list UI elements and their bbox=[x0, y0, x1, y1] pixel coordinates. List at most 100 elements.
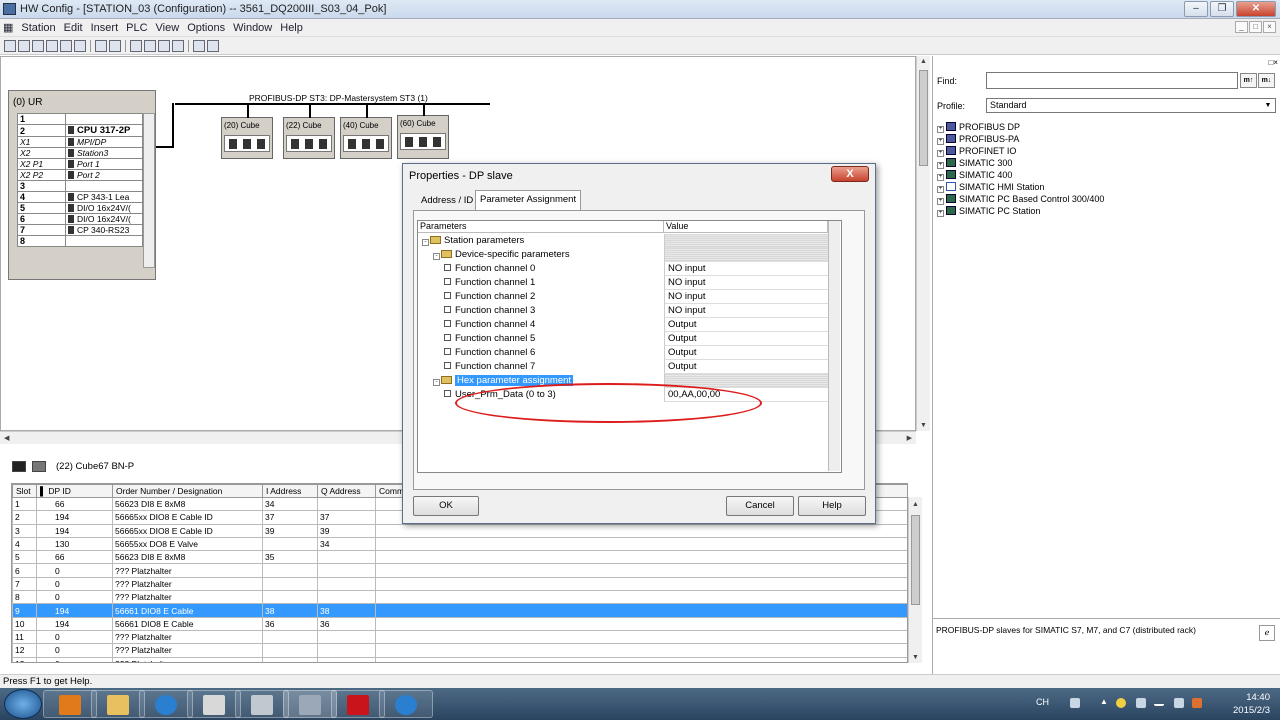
parameter-scrollbar[interactable] bbox=[828, 221, 840, 471]
scroll-down-icon[interactable]: ▼ bbox=[912, 654, 919, 661]
parameter-row[interactable]: - Device-specific parameters bbox=[418, 248, 828, 262]
help-icon[interactable] bbox=[207, 40, 219, 52]
network-config-icon[interactable] bbox=[193, 40, 205, 52]
rack-row[interactable]: X2 Station3 bbox=[17, 147, 143, 159]
taskbar-simatic-manager[interactable] bbox=[187, 690, 241, 718]
back-arrow-icon[interactable] bbox=[12, 461, 26, 472]
menu-insert[interactable]: Insert bbox=[87, 20, 123, 36]
copy-icon[interactable] bbox=[95, 40, 107, 52]
taskbar-hw-config[interactable] bbox=[283, 690, 337, 718]
mdi-minimize-button[interactable]: _ bbox=[1235, 21, 1248, 33]
expand-icon[interactable]: + bbox=[937, 174, 944, 181]
dialog-close-button[interactable]: X bbox=[831, 166, 869, 182]
taskbar-acrobat[interactable] bbox=[331, 690, 385, 718]
rack-row[interactable]: 2 CPU 317-2P bbox=[17, 124, 143, 137]
rack-row[interactable]: 3 bbox=[17, 180, 143, 192]
canvas-vertical-scrollbar[interactable]: ▲ ▼ bbox=[916, 56, 930, 431]
parameters-column-header[interactable]: Parameters bbox=[418, 221, 664, 233]
parameter-row[interactable]: Function channel 0 NO input bbox=[418, 262, 828, 276]
catalog-tree-item[interactable]: + SIMATIC 400 bbox=[937, 170, 1012, 181]
rack-row[interactable]: 1 bbox=[17, 113, 143, 125]
rack-row[interactable]: 4 CP 343-1 Lea bbox=[17, 191, 143, 203]
parameter-row[interactable]: Function channel 5 Output bbox=[418, 332, 828, 346]
download-icon[interactable] bbox=[130, 40, 142, 52]
window-icon[interactable] bbox=[172, 40, 184, 52]
menu-options[interactable]: Options bbox=[183, 20, 229, 36]
scroll-down-icon[interactable]: ▼ bbox=[920, 422, 927, 429]
rack-scrollbar[interactable] bbox=[143, 113, 155, 268]
scroll-up-icon[interactable]: ▲ bbox=[912, 501, 919, 508]
start-button[interactable] bbox=[4, 689, 42, 719]
tab-parameter-assignment[interactable]: Parameter Assignment bbox=[475, 190, 582, 210]
parameter-value[interactable]: NO input bbox=[664, 262, 828, 276]
info-icon[interactable]: ℯ bbox=[1259, 625, 1275, 641]
forward-arrow-icon[interactable] bbox=[32, 461, 46, 472]
profibus-line[interactable] bbox=[175, 103, 490, 105]
rack-row[interactable]: X2 P2 Port 2 bbox=[17, 169, 143, 181]
find-input[interactable] bbox=[986, 72, 1238, 89]
parameter-row[interactable]: Function channel 1 NO input bbox=[418, 276, 828, 290]
menu-window[interactable]: Window bbox=[229, 20, 276, 36]
dp-slave-60[interactable]: (60) Cube bbox=[397, 103, 449, 159]
find-up-icon[interactable]: m↓ bbox=[1258, 73, 1275, 88]
parameter-value[interactable]: Output bbox=[664, 346, 828, 360]
menu-edit[interactable]: Edit bbox=[60, 20, 87, 36]
parameter-value[interactable]: Output bbox=[664, 332, 828, 346]
save-compile-icon[interactable] bbox=[60, 40, 72, 52]
help-button[interactable]: Help bbox=[798, 496, 866, 516]
slot-row[interactable]: 3 194 56665xx DIO8 E Cable ID 39 39 bbox=[12, 523, 907, 538]
security-icon[interactable] bbox=[1116, 698, 1126, 708]
expand-icon[interactable]: + bbox=[937, 210, 944, 217]
catalog-tree-item[interactable]: + SIMATIC HMI Station bbox=[937, 182, 1044, 193]
parameter-value[interactable]: NO input bbox=[664, 290, 828, 304]
parameter-value[interactable]: Output bbox=[664, 318, 828, 332]
catalog-tree-item[interactable]: + SIMATIC PC Station bbox=[937, 206, 1040, 217]
expand-icon[interactable]: + bbox=[937, 162, 944, 169]
network-warning-icon[interactable] bbox=[1136, 698, 1146, 708]
expand-icon[interactable]: + bbox=[937, 138, 944, 145]
expand-icon[interactable]: + bbox=[937, 186, 944, 193]
taskbar-netpro[interactable] bbox=[235, 690, 289, 718]
catalog-icon[interactable] bbox=[158, 40, 170, 52]
find-down-icon[interactable]: m↑ bbox=[1240, 73, 1257, 88]
parameter-row[interactable]: Function channel 3 NO input bbox=[418, 304, 828, 318]
taskbar-media-player[interactable] bbox=[43, 690, 97, 718]
slot-table-scrollbar[interactable]: ▲ ▼ bbox=[908, 497, 922, 663]
volume-icon[interactable] bbox=[1192, 698, 1202, 708]
taskbar-ie-window[interactable] bbox=[379, 690, 433, 718]
dp-slave-20[interactable]: (20) Cube bbox=[221, 103, 273, 159]
rack-row[interactable]: X1 MPI/DP bbox=[17, 136, 143, 148]
slot-row[interactable]: 4 130 56655xx DO8 E Valve 34 bbox=[12, 536, 907, 552]
catalog-tree-item[interactable]: + SIMATIC PC Based Control 300/400 bbox=[937, 194, 1104, 205]
parameter-row[interactable]: Function channel 6 Output bbox=[418, 346, 828, 360]
rack-row[interactable]: X2 P1 Port 1 bbox=[17, 158, 143, 170]
parameter-row[interactable]: Function channel 2 NO input bbox=[418, 290, 828, 304]
mdi-close-button[interactable]: × bbox=[1263, 21, 1276, 33]
expand-icon[interactable]: + bbox=[937, 198, 944, 205]
parameter-row[interactable]: Function channel 7 Output bbox=[418, 360, 828, 374]
catalog-tree-item[interactable]: + SIMATIC 300 bbox=[937, 158, 1012, 169]
rack-row[interactable]: 5 DI/O 16x24V/( bbox=[17, 202, 143, 214]
dp-slave-40[interactable]: (40) Cube bbox=[340, 103, 392, 159]
open-icon[interactable] bbox=[18, 40, 30, 52]
rack[interactable]: (0) UR 1 2 CPU 317-2P X1 MPI/DP X2 Station3 X2 … bbox=[8, 90, 156, 280]
save-icon[interactable] bbox=[46, 40, 58, 52]
slot-row[interactable]: 8 0??? Platzhalter bbox=[12, 590, 907, 605]
slot-row[interactable]: 7 0??? Platzhalter bbox=[12, 576, 907, 592]
column-header[interactable]: Q Address bbox=[317, 484, 376, 498]
slot-row[interactable]: 6 0??? Platzhalter bbox=[12, 563, 907, 578]
collapse-icon[interactable]: - bbox=[433, 253, 440, 260]
menu-plc[interactable]: PLC bbox=[122, 20, 151, 36]
profile-select[interactable]: Standard ▼ bbox=[986, 98, 1276, 113]
taskbar-explorer[interactable] bbox=[91, 690, 145, 718]
slot-row[interactable]: 11 0??? Platzhalter bbox=[12, 629, 907, 645]
catalog-tree-item[interactable]: + PROFIBUS-PA bbox=[937, 134, 1019, 145]
collapse-icon[interactable]: - bbox=[433, 379, 440, 386]
slot-row[interactable]: 10 194 56661 DIO8 E Cable 36 36 bbox=[12, 616, 907, 631]
scroll-right-icon[interactable]: ▶ bbox=[907, 434, 912, 442]
dp-slave-22[interactable]: (22) Cube bbox=[283, 103, 335, 159]
catalog-tree-item[interactable]: + PROFIBUS DP bbox=[937, 122, 1020, 133]
flag-icon[interactable] bbox=[1174, 698, 1184, 708]
menu-view[interactable]: View bbox=[152, 20, 184, 36]
network-icon[interactable] bbox=[32, 40, 44, 52]
